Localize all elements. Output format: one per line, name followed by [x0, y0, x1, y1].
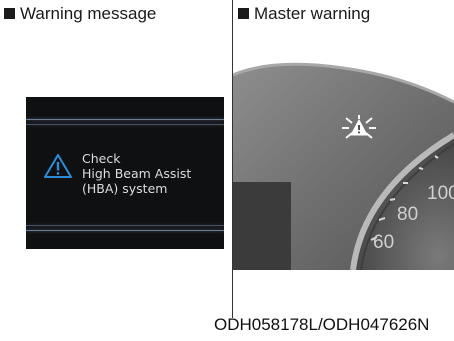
warning-line-2: High Beam Assist [82, 166, 192, 181]
warning-message-text: Check High Beam Assist (HBA) system [82, 151, 191, 196]
figure-code: ODH058178L/ODH047626N [214, 315, 430, 334]
warning-triangle-icon [44, 154, 72, 178]
panel-bottom-line-inner [26, 225, 224, 226]
square-bullet-icon [238, 8, 249, 19]
warning-message-title: Warning message [20, 4, 157, 23]
master-warning-header: Master warning [238, 4, 370, 24]
instrument-cluster-image [233, 40, 454, 270]
speed-label-80: 80 [397, 204, 419, 225]
speed-label-60: 60 [373, 232, 395, 253]
warning-line-1: Check [82, 151, 121, 166]
panel-bottom-line [26, 230, 224, 231]
warning-message-header: Warning message [4, 4, 156, 24]
square-bullet-icon [4, 8, 15, 19]
warning-message-display: Check High Beam Assist (HBA) system [26, 97, 224, 249]
warning-line-3: (HBA) system [82, 181, 168, 196]
panel-top-line [26, 119, 224, 120]
speed-label-100: 100 [427, 183, 454, 204]
master-warning-title: Master warning [254, 4, 371, 23]
panel-top-line-inner [26, 124, 224, 125]
